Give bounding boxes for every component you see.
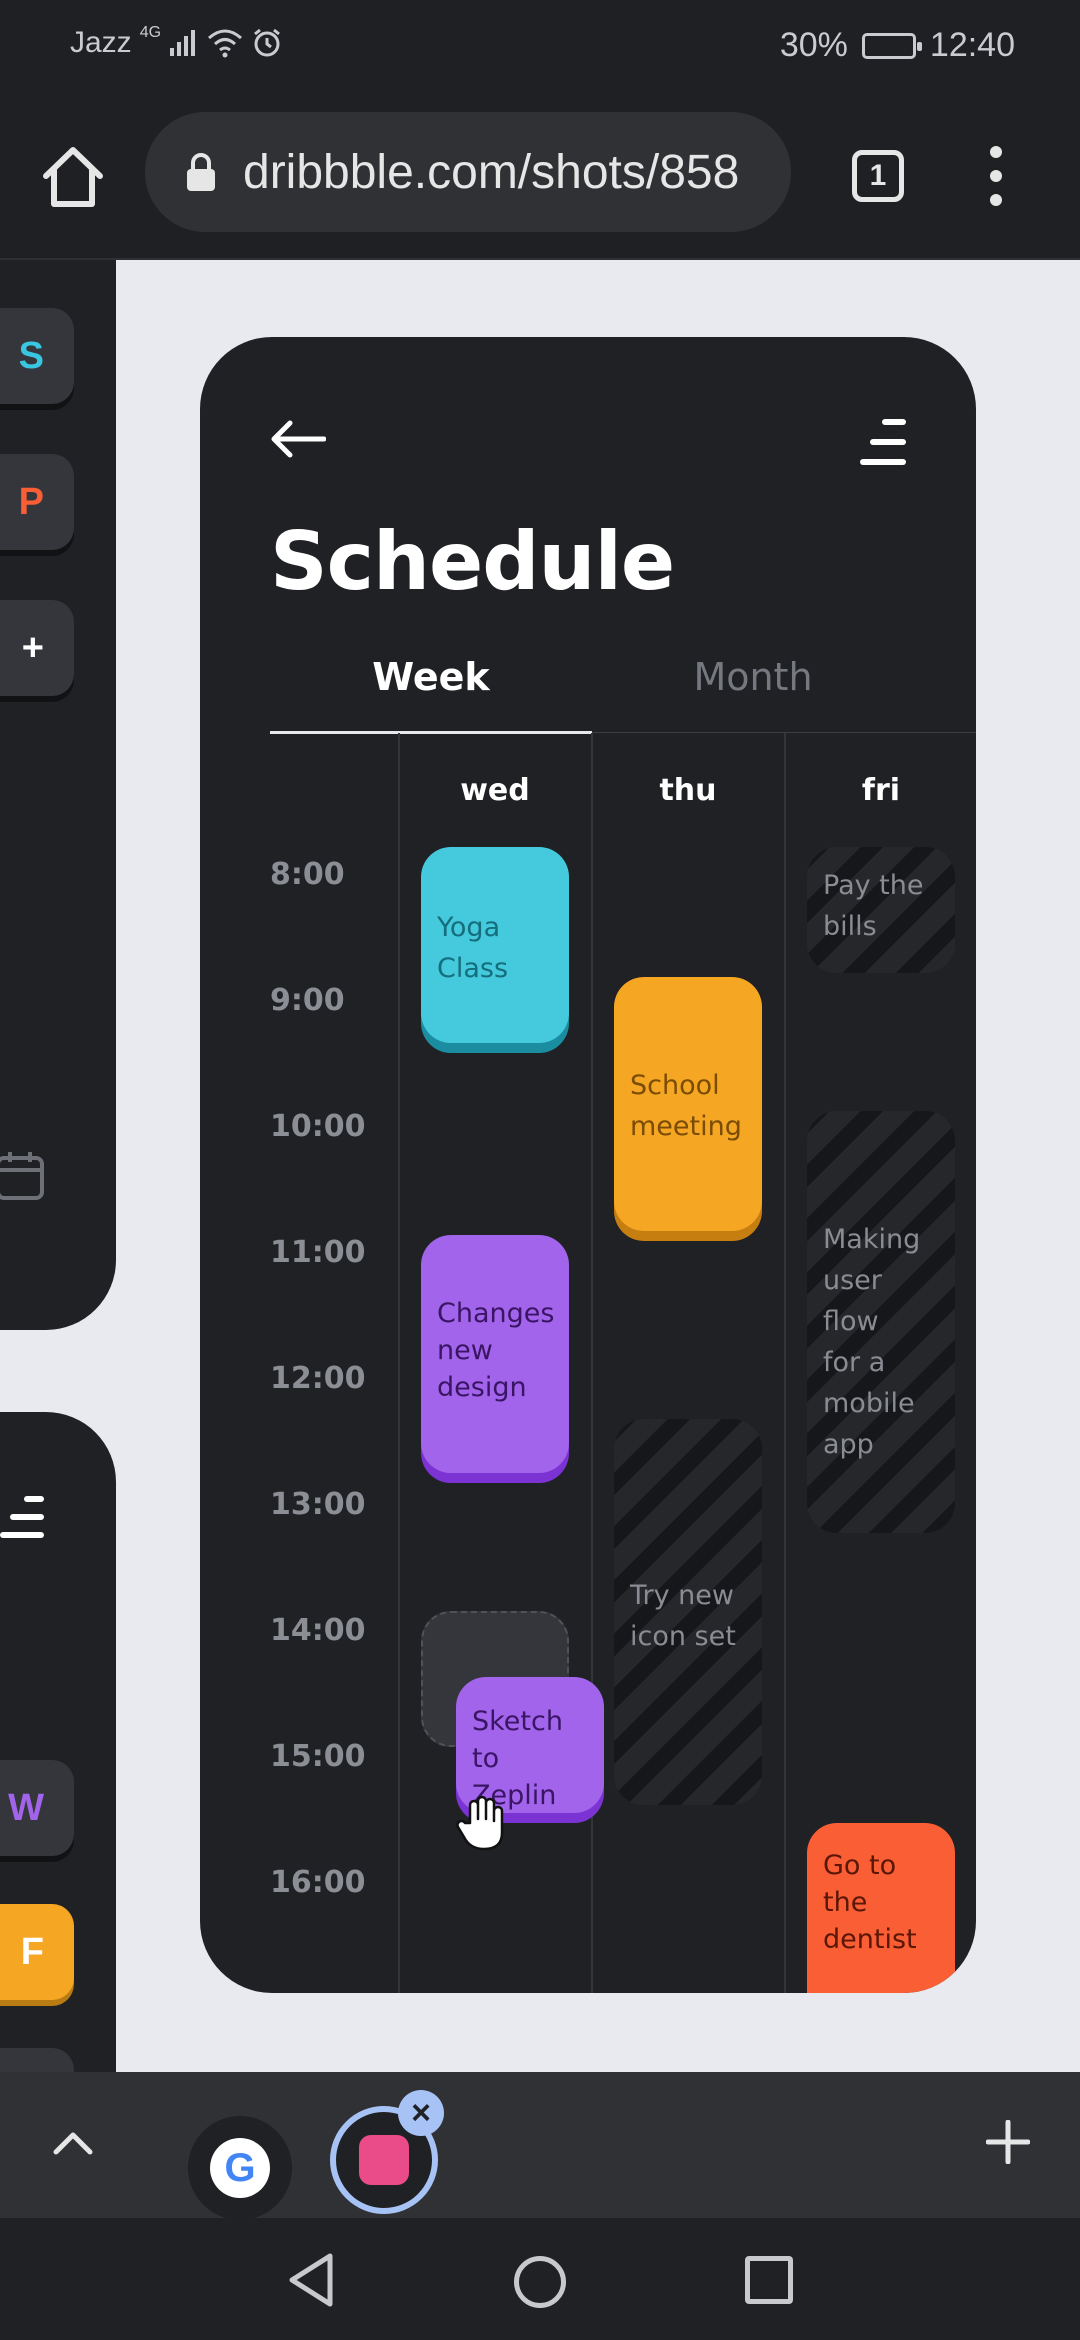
tab-week[interactable]: Week <box>270 655 592 699</box>
app-chip-p[interactable]: P <box>0 454 74 550</box>
event-label: Changes <box>437 1298 555 1329</box>
schedule-card: Schedule Week Month wed thu fri 8:00 9:0… <box>200 337 976 1993</box>
system-navigation-bar <box>0 2218 1080 2340</box>
time-label: 14:00 <box>270 1613 366 1648</box>
status-bar: Jazz 4G 30% 12:40 <box>0 0 1080 90</box>
carrier-label: Jazz <box>70 26 132 59</box>
day-header-fri: fri <box>861 773 901 808</box>
time-label: 13:00 <box>270 1487 366 1522</box>
event-label: design <box>437 1372 527 1403</box>
app-chip-letter: P <box>18 480 44 523</box>
event-label: Sketch <box>472 1706 563 1737</box>
close-tab-icon[interactable]: × <box>398 2090 444 2136</box>
app-chip-letter: S <box>18 334 44 377</box>
webpage-content: S P + W F Schedule Week Month wed thu fr… <box>0 260 1080 2072</box>
lock-icon <box>187 153 215 191</box>
event-label: dentist <box>823 1924 917 1955</box>
app-chip-s[interactable]: S <box>0 308 74 404</box>
nav-home-icon[interactable] <box>514 2256 566 2308</box>
tab-google[interactable]: G <box>188 2116 292 2220</box>
event-try-new-icon-set[interactable]: Try new icon set <box>614 1419 762 1805</box>
chevron-up-icon[interactable] <box>50 2120 96 2166</box>
tab-switcher-button[interactable]: 1 <box>852 150 904 202</box>
dribbble-icon <box>359 2135 409 2185</box>
new-tab-plus-icon[interactable] <box>986 2120 1030 2164</box>
time-label: 16:00 <box>270 1865 366 1900</box>
event-label: meeting <box>630 1111 742 1142</box>
back-arrow-icon[interactable] <box>270 419 326 459</box>
wifi-icon <box>208 29 243 58</box>
column-divider <box>398 733 400 1993</box>
event-pay-the-bills[interactable]: Pay the bills <box>807 847 955 973</box>
event-changes-new-design[interactable]: Changes new design <box>421 1235 569 1473</box>
time-label: 9:00 <box>270 983 345 1018</box>
time-label: 12:00 <box>270 1361 366 1396</box>
google-icon: G <box>210 2138 270 2198</box>
calendar-icon[interactable] <box>0 1148 50 1204</box>
event-label: mobile <box>823 1388 915 1419</box>
signal-icon <box>170 30 196 56</box>
app-chip-letter: F <box>20 1930 44 1973</box>
day-header-wed: wed <box>460 773 530 808</box>
event-label: Pay the <box>823 870 924 901</box>
event-school-meeting[interactable]: School meeting <box>614 977 762 1231</box>
phone-screen: Jazz 4G 30% 12:40 dribbble.com/shots/858… <box>0 0 1080 2340</box>
event-making-user-flow[interactable]: Making user flow for a mobile app <box>807 1111 955 1533</box>
time-label: 11:00 <box>270 1235 366 1270</box>
event-label: the <box>823 1887 868 1918</box>
add-app-button[interactable]: + <box>0 600 74 696</box>
nav-recents-icon[interactable] <box>745 2256 793 2304</box>
event-label: user flow <box>823 1265 882 1337</box>
event-label: icon set <box>630 1621 736 1652</box>
browser-toolbar: dribbble.com/shots/858 1 <box>0 90 1080 260</box>
status-left: Jazz 4G <box>70 24 283 60</box>
address-bar[interactable]: dribbble.com/shots/858 <box>145 112 791 232</box>
event-label: School <box>630 1070 720 1101</box>
time-label: 10:00 <box>270 1109 366 1144</box>
active-tab-indicator <box>270 731 592 734</box>
event-label: Class <box>437 953 509 984</box>
battery-percent: 30% <box>779 26 848 64</box>
add-icon: + <box>21 626 44 669</box>
alarm-icon <box>254 28 280 57</box>
event-yoga-class[interactable]: Yoga Class <box>421 847 569 1043</box>
app-chip-w[interactable]: W <box>0 1760 74 1856</box>
tab-count: 1 <box>869 159 887 192</box>
time-label: 8:00 <box>270 857 345 892</box>
network-type: 4G <box>139 24 162 41</box>
home-icon[interactable] <box>38 142 108 212</box>
app-chip-f[interactable]: F <box>0 1904 74 2000</box>
event-label: Making <box>823 1224 921 1255</box>
event-go-to-the-dentist[interactable]: Go to the dentist <box>807 1823 955 1993</box>
nav-back-icon[interactable] <box>286 2252 336 2308</box>
event-label: new <box>437 1335 493 1366</box>
status-right: 30% 12:40 <box>780 26 1015 65</box>
event-label: app <box>823 1429 874 1460</box>
event-label: for a <box>823 1347 886 1378</box>
app-chip-letter: W <box>8 1786 44 1829</box>
clock: 12:40 <box>929 26 1015 64</box>
event-label: Yoga <box>437 912 501 943</box>
page-title: Schedule <box>270 515 675 608</box>
more-options-icon[interactable] <box>985 146 1007 206</box>
event-label: Go to <box>823 1850 897 1881</box>
menu-icon[interactable] <box>860 417 906 467</box>
day-header-thu: thu <box>659 773 717 808</box>
browser-tab-bar: G × <box>0 2072 1080 2220</box>
event-label: Try new <box>630 1580 734 1611</box>
url-text: dribbble.com/shots/858 <box>243 145 740 199</box>
tab-month[interactable]: Month <box>592 655 914 699</box>
menu-icon[interactable] <box>0 1492 50 1544</box>
event-label: bills <box>823 911 877 942</box>
drag-hand-icon <box>456 1795 504 1851</box>
battery-icon <box>861 32 922 59</box>
app-chip-partial[interactable] <box>0 2048 74 2072</box>
column-divider <box>784 733 786 1993</box>
time-label: 15:00 <box>270 1739 366 1774</box>
